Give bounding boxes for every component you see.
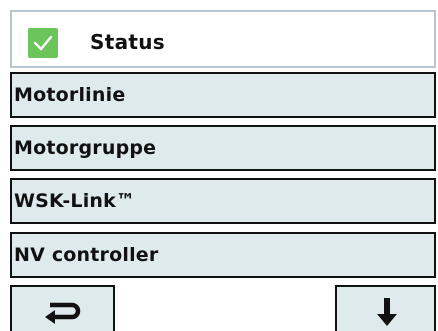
menu-item-motorlinie[interactable]: Motorlinie bbox=[10, 72, 436, 118]
menu-item-label: Motorgruppe bbox=[14, 137, 157, 159]
checkmark-icon bbox=[33, 35, 53, 51]
menu-item-label: NV controller bbox=[14, 244, 159, 266]
arrow-down-icon bbox=[377, 298, 397, 326]
menu-item-motorgruppe[interactable]: Motorgruppe bbox=[10, 125, 436, 171]
menu-item-label: Motorlinie bbox=[14, 84, 126, 106]
page-title: Status bbox=[90, 30, 165, 54]
menu-item-nv-controller[interactable]: NV controller bbox=[10, 232, 436, 278]
screen: Status Motorlinie Motorgruppe WSK-Link™ … bbox=[0, 0, 438, 331]
scroll-down-button[interactable] bbox=[335, 285, 436, 331]
back-button[interactable] bbox=[10, 285, 115, 331]
return-arrow-icon bbox=[45, 302, 81, 324]
menu-item-label: WSK-Link™ bbox=[14, 190, 136, 212]
menu-item-wsk-link[interactable]: WSK-Link™ bbox=[10, 178, 436, 224]
status-checkbox[interactable] bbox=[28, 28, 58, 58]
status-header: Status bbox=[10, 10, 436, 68]
